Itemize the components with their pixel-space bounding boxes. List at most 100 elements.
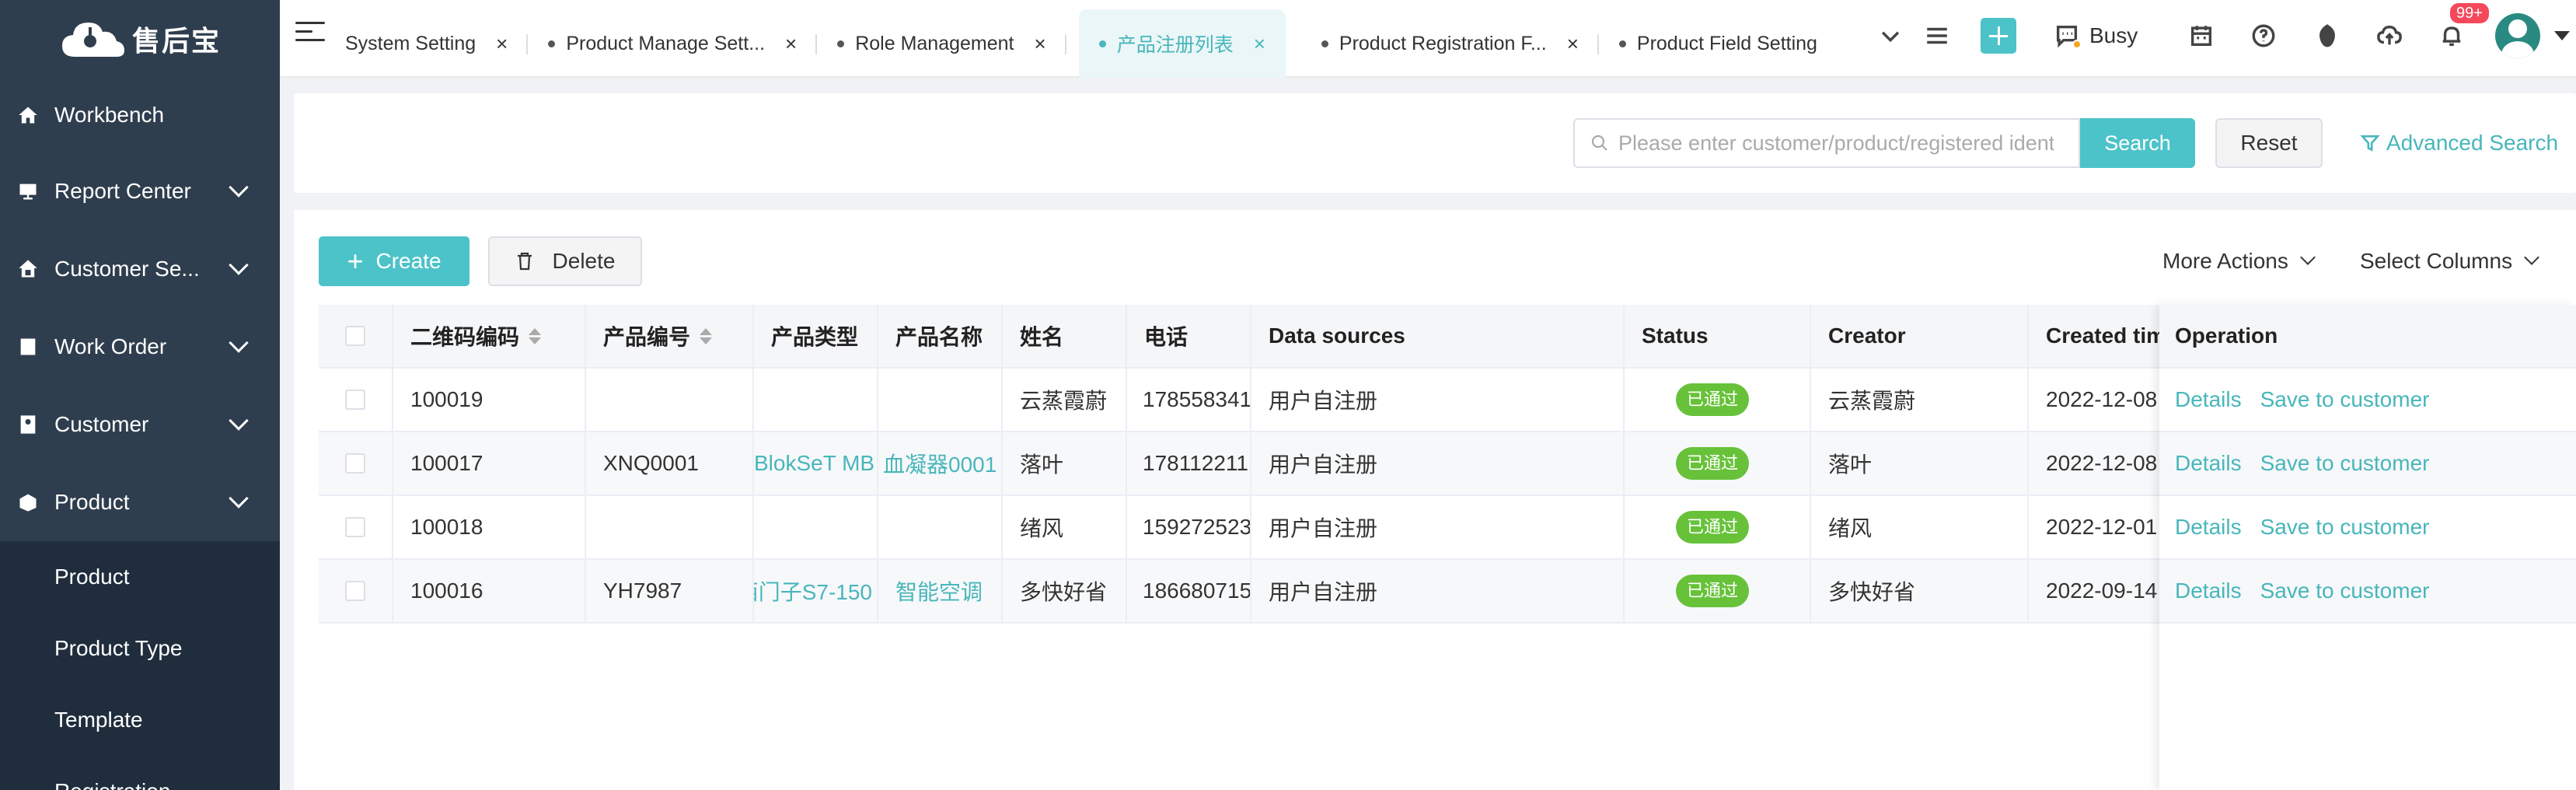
- avatar[interactable]: [2495, 13, 2540, 58]
- column-header-phone: 电话: [1127, 305, 1251, 367]
- chevron-down-icon[interactable]: [1873, 19, 1908, 53]
- upload-button[interactable]: [2372, 0, 2407, 72]
- row-checkbox[interactable]: [345, 453, 365, 474]
- close-icon[interactable]: ×: [496, 32, 508, 56]
- row-checkbox[interactable]: [345, 517, 365, 537]
- delete-button[interactable]: Delete: [488, 236, 642, 286]
- cloud-upload-icon[interactable]: [2372, 19, 2407, 53]
- create-button[interactable]: + Create: [319, 236, 469, 286]
- cell-product-no: XNQ0001: [586, 432, 754, 495]
- details-link[interactable]: Details: [2175, 579, 2242, 603]
- column-header-creator: Creator: [1811, 305, 2029, 367]
- tab-product-registration-form[interactable]: Product Registration F... ×: [1301, 9, 1599, 78]
- help-icon[interactable]: [2246, 19, 2281, 53]
- submenu-item-registration[interactable]: Registration: [0, 756, 280, 790]
- select-columns-dropdown[interactable]: Select Columns: [2360, 249, 2539, 274]
- cell-phone: 178112211: [1127, 432, 1251, 495]
- help-button[interactable]: [2246, 0, 2281, 72]
- tab-role-management[interactable]: Role Management ×: [817, 9, 1067, 78]
- sidebar-item-work-order[interactable]: Work Order: [0, 308, 280, 386]
- bell-icon[interactable]: 99+: [2435, 2, 2490, 53]
- select-all-cell: [319, 305, 393, 367]
- save-to-customer-link[interactable]: Save to customer: [2260, 387, 2430, 412]
- search-button[interactable]: Search: [2080, 118, 2195, 168]
- details-link[interactable]: Details: [2175, 451, 2242, 476]
- search-input[interactable]: [1618, 131, 2054, 156]
- column-header-product-no[interactable]: 产品编号: [586, 305, 754, 367]
- theme-button[interactable]: [2310, 0, 2344, 72]
- tab-product-field-setting[interactable]: Product Field Setting: [1599, 9, 1838, 78]
- reset-button[interactable]: Reset: [2215, 118, 2323, 168]
- status-selector[interactable]: Busy: [2054, 0, 2138, 72]
- palette-icon[interactable]: [2310, 19, 2344, 53]
- column-header-data-sources: Data sources: [1251, 305, 1625, 367]
- operation-row: Details Save to customer: [2159, 369, 2576, 432]
- sidebar-item-workbench[interactable]: Workbench: [0, 78, 280, 152]
- sort-icon[interactable]: [700, 327, 713, 344]
- select-columns-label: Select Columns: [2360, 249, 2513, 273]
- close-icon[interactable]: ×: [785, 32, 797, 56]
- calendar-button[interactable]: [2184, 0, 2218, 72]
- cell-product-type[interactable]: [754, 496, 878, 558]
- tab-system-setting[interactable]: System Setting ×: [334, 9, 529, 78]
- status-badge: 已通过: [1676, 575, 1750, 607]
- search-field[interactable]: [1573, 118, 2080, 168]
- tab-list-menu[interactable]: [1920, 0, 1954, 72]
- cell-product-type[interactable]: BlokSeT MB: [754, 432, 878, 495]
- details-link[interactable]: Details: [2175, 387, 2242, 412]
- cell-data-source: 用户自注册: [1251, 560, 1625, 622]
- close-icon[interactable]: ×: [1254, 32, 1265, 56]
- column-header-qr-code[interactable]: 二维码编码: [393, 305, 586, 367]
- cell-product-name[interactable]: 血凝器0001: [878, 432, 1003, 495]
- cell-phone: 178558341: [1127, 369, 1251, 431]
- row-checkbox[interactable]: [345, 581, 365, 601]
- save-to-customer-link[interactable]: Save to customer: [2260, 451, 2430, 476]
- cell-data-source: 用户自注册: [1251, 432, 1625, 495]
- tab-product-manage-settings[interactable]: Product Manage Sett... ×: [528, 9, 818, 78]
- collapse-menu-icon[interactable]: [295, 22, 325, 48]
- cell-phone: 159272523: [1127, 496, 1251, 558]
- cell-product-name[interactable]: [878, 496, 1003, 558]
- status-badge: 已通过: [1676, 383, 1750, 416]
- operation-row: Details Save to customer: [2159, 432, 2576, 496]
- caret-down-icon[interactable]: [2554, 31, 2570, 40]
- tab-dot-icon: [1618, 40, 1626, 47]
- advanced-search-link[interactable]: Advanced Search: [2360, 131, 2558, 156]
- sidebar-item-customer[interactable]: Customer: [0, 386, 280, 463]
- save-to-customer-link[interactable]: Save to customer: [2260, 515, 2430, 540]
- sidebar-item-product[interactable]: Product: [0, 463, 280, 541]
- calendar-icon[interactable]: [2184, 19, 2218, 53]
- menu-lines-icon[interactable]: [1920, 19, 1954, 53]
- notifications-button[interactable]: 99+: [2435, 0, 2490, 72]
- column-label: 产品编号: [603, 325, 691, 349]
- submenu-item-product[interactable]: Product: [0, 541, 280, 613]
- tab-dot-icon: [1321, 40, 1328, 47]
- cell-product-name[interactable]: 智能空调: [878, 560, 1003, 622]
- submenu-item-product-type[interactable]: Product Type: [0, 613, 280, 684]
- chevron-down-icon: [229, 411, 249, 431]
- submenu-item-template[interactable]: Template: [0, 684, 280, 756]
- cell-product-no: [586, 496, 754, 558]
- row-checkbox[interactable]: [345, 390, 365, 410]
- tab-strip: System Setting × Product Manage Sett... …: [334, 9, 1838, 78]
- details-link[interactable]: Details: [2175, 515, 2242, 540]
- cell-product-type[interactable]: [754, 369, 878, 431]
- more-actions-label: More Actions: [2162, 249, 2288, 273]
- cell-name: 落叶: [1003, 432, 1127, 495]
- cell-product-name[interactable]: [878, 369, 1003, 431]
- close-icon[interactable]: ×: [1035, 32, 1046, 56]
- sidebar-item-report-center[interactable]: Report Center: [0, 152, 280, 230]
- sort-icon[interactable]: [529, 327, 542, 344]
- more-actions-dropdown[interactable]: More Actions: [2162, 249, 2316, 274]
- select-all-checkbox[interactable]: [345, 326, 365, 346]
- save-to-customer-link[interactable]: Save to customer: [2260, 579, 2430, 603]
- quick-create-button[interactable]: [1981, 0, 2016, 72]
- tab-label: System Setting: [345, 32, 476, 54]
- plus-icon[interactable]: [1981, 18, 2016, 54]
- sidebar-item-customer-service[interactable]: Customer Se...: [0, 230, 280, 308]
- cell-product-type[interactable]: 西门子S7-150: [754, 560, 878, 622]
- tab-product-registration-list[interactable]: 产品注册列表 ×: [1078, 9, 1286, 78]
- user-menu[interactable]: [2495, 0, 2570, 72]
- close-icon[interactable]: ×: [1567, 32, 1579, 56]
- tab-overflow-dropdown[interactable]: [1873, 0, 1908, 72]
